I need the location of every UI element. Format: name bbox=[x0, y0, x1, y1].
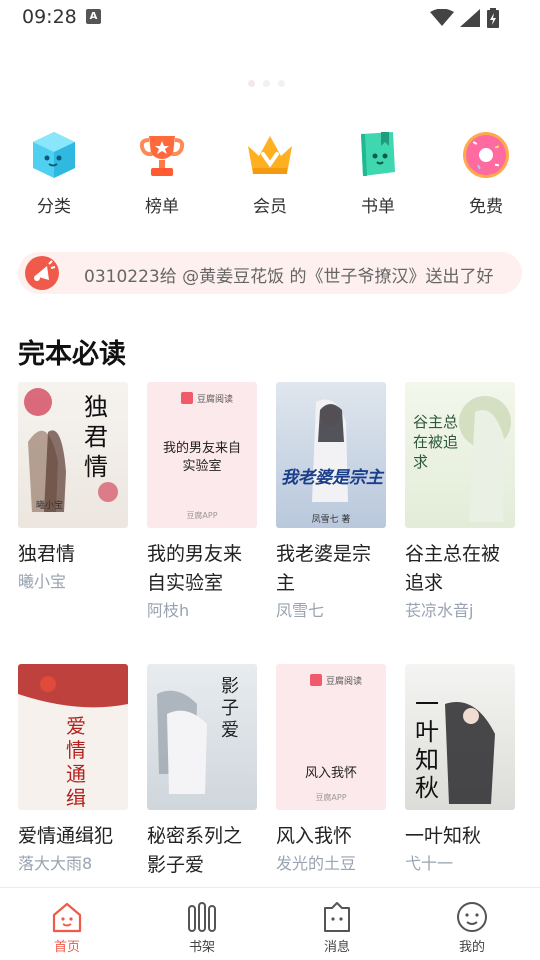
cover-author: 凤雪七 著 bbox=[311, 515, 351, 525]
book-title: 风入我怀 bbox=[276, 825, 353, 847]
book-card[interactable]: 我老婆是宗主 凤雪七 著 我老婆是宗主 凤雪七 bbox=[276, 382, 388, 624]
status-time: 09:28 bbox=[22, 6, 77, 28]
cover-author: 曦小宝 bbox=[36, 501, 64, 511]
book-title: 一叶知秋 bbox=[405, 825, 482, 847]
book-title: 谷主总在被追求 bbox=[405, 543, 501, 594]
book-author: 弋十一 bbox=[405, 854, 454, 873]
message-icon bbox=[324, 902, 350, 932]
status-icons bbox=[430, 8, 500, 28]
book-cover: 豆腐阅读 我的男友来自实验室 豆腐APP bbox=[147, 382, 257, 528]
nav-category[interactable]: 分类 bbox=[9, 128, 99, 217]
profile-icon bbox=[457, 902, 487, 932]
cover-footer: 豆腐APP bbox=[186, 511, 218, 520]
crown-icon bbox=[248, 136, 292, 174]
cover-title: 一叶知秋 bbox=[415, 690, 439, 802]
quick-nav: 分类 榜单 会员 书单 免费 bbox=[0, 128, 540, 218]
banner-carousel[interactable] bbox=[0, 34, 540, 104]
category-cube-icon bbox=[33, 132, 75, 178]
nav-label: 榜单 bbox=[145, 197, 179, 217]
book-title: 独君情 bbox=[18, 543, 76, 565]
tab-bookshelf[interactable]: 书架 bbox=[157, 900, 247, 955]
cover-title: 影子爱 bbox=[221, 676, 239, 741]
tab-label: 我的 bbox=[458, 940, 485, 955]
nav-ranking[interactable]: 榜单 bbox=[117, 128, 207, 217]
nav-label: 会员 bbox=[253, 197, 287, 217]
book-author: 苌凉水音j bbox=[405, 601, 474, 620]
nav-label: 分类 bbox=[37, 197, 71, 217]
book-cover: 豆腐阅读 风入我怀 豆腐APP bbox=[276, 664, 386, 810]
book-card[interactable]: 一叶知秋 一叶知秋 弋十一 bbox=[405, 664, 517, 877]
cover-footer: 豆腐APP bbox=[315, 793, 347, 802]
book-title: 我的男友来自实验室 bbox=[147, 543, 243, 594]
book-author: 落大大雨8 bbox=[18, 854, 93, 873]
megaphone-icon bbox=[25, 256, 59, 290]
book-list-icon bbox=[361, 132, 395, 176]
tab-profile[interactable]: 我的 bbox=[427, 900, 517, 955]
cover-title: 爱情通缉犯 bbox=[66, 714, 86, 810]
book-card[interactable]: 谷主总在被追求 谷主总在被追求 苌凉水音j bbox=[405, 382, 517, 624]
cover-title: 风入我怀 bbox=[304, 766, 357, 781]
nav-free[interactable]: 免费 bbox=[441, 128, 531, 217]
carousel-dot bbox=[278, 80, 285, 87]
home-icon bbox=[52, 902, 82, 933]
cover-logo-icon bbox=[310, 674, 322, 686]
carousel-dot bbox=[248, 80, 255, 87]
battery-icon bbox=[487, 8, 499, 28]
cover-title: 我的男友来自实验室 bbox=[162, 441, 241, 474]
carousel-dot bbox=[263, 80, 270, 87]
book-author: 发光的土豆 bbox=[276, 854, 357, 873]
book-cover: 一叶知秋 bbox=[405, 664, 515, 810]
book-cover: 影子爱 bbox=[147, 664, 257, 810]
keyboard-a-icon: A bbox=[86, 9, 101, 24]
carousel-indicator bbox=[248, 80, 285, 87]
tab-label: 书架 bbox=[188, 940, 215, 955]
book-title: 爱情通缉犯 bbox=[18, 825, 114, 847]
book-cover: 我老婆是宗主 凤雪七 著 bbox=[276, 382, 386, 528]
status-bar: 09:28 A bbox=[0, 0, 540, 34]
book-card[interactable]: 豆腐阅读 风入我怀 豆腐APP 风入我怀 发光的土豆 bbox=[276, 664, 388, 877]
wifi-icon bbox=[430, 9, 454, 26]
nav-label: 免费 bbox=[469, 197, 503, 217]
cover-title: 我老婆是宗主 bbox=[281, 468, 383, 488]
book-card[interactable]: 豆腐阅读 我的男友来自实验室 豆腐APP 我的男友来自实验室 阿枝h bbox=[147, 382, 259, 624]
book-title: 秘密系列之影子爱 bbox=[147, 825, 243, 876]
nav-booklist[interactable]: 书单 bbox=[333, 128, 423, 217]
gift-ticker[interactable]: 0310223给 @黄姜豆花饭 的《世子爷撩汉》送出了好 bbox=[18, 252, 522, 294]
cover-logo-icon bbox=[181, 392, 193, 404]
tab-label: 消息 bbox=[323, 940, 350, 955]
trophy-icon bbox=[139, 136, 185, 176]
tab-label: 首页 bbox=[53, 940, 80, 955]
ticker-text: 0310223给 @黄姜豆花饭 的《世子爷撩汉》送出了好 bbox=[84, 267, 494, 287]
cover-brand: 豆腐阅读 bbox=[326, 677, 363, 687]
book-cover: 谷主总在被追求 bbox=[405, 382, 515, 528]
book-title: 我老婆是宗主 bbox=[276, 543, 372, 594]
nav-membership[interactable]: 会员 bbox=[225, 128, 315, 217]
book-author: 凤雪七 bbox=[276, 601, 325, 620]
section-title: 完本必读 bbox=[18, 339, 126, 370]
signal-icon bbox=[460, 9, 480, 27]
book-card[interactable]: 影子爱 秘密系列之影子爱 bbox=[147, 664, 259, 880]
bottom-tab-bar: 首页 书架 消息 我的 bbox=[0, 887, 540, 960]
tab-home[interactable]: 首页 bbox=[22, 900, 112, 955]
nav-label: 书单 bbox=[361, 197, 395, 217]
book-card[interactable]: 独君情 曦小宝 独君情 曦小宝 bbox=[18, 382, 130, 595]
book-author: 阿枝h bbox=[147, 601, 190, 620]
cover-title: 谷主总在被追求 bbox=[413, 413, 459, 471]
book-author: 曦小宝 bbox=[18, 572, 67, 591]
bookshelf-icon bbox=[188, 902, 216, 932]
cover-brand: 豆腐阅读 bbox=[197, 395, 234, 405]
cover-title: 独君情 bbox=[84, 393, 108, 481]
book-card[interactable]: 爱情通缉犯 爱情通缉犯 落大大雨8 bbox=[18, 664, 130, 877]
donut-icon bbox=[463, 132, 509, 178]
book-cover: 爱情通缉犯 bbox=[18, 664, 128, 810]
book-cover: 独君情 曦小宝 bbox=[18, 382, 128, 528]
tab-messages[interactable]: 消息 bbox=[292, 900, 382, 955]
